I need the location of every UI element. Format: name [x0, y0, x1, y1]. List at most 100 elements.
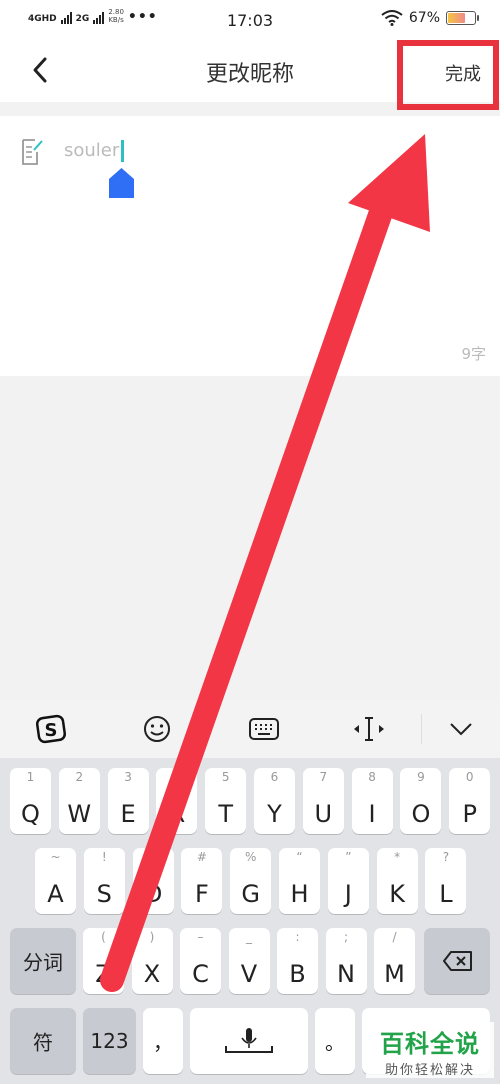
number-key-label: 123: [90, 1029, 129, 1053]
key-i[interactable]: 8I: [351, 768, 393, 834]
segment-key[interactable]: 分词: [10, 928, 76, 994]
key-secondary-label: #: [196, 850, 207, 864]
key-secondary-label: /: [392, 930, 397, 944]
key-secondary-label: 6: [270, 770, 279, 784]
battery-icon: [446, 11, 479, 25]
key-t[interactable]: 5T: [205, 768, 247, 834]
key-primary-label: L: [439, 880, 453, 908]
key-primary-label: X: [143, 960, 161, 988]
comma-key-label: ，: [153, 1030, 173, 1055]
key-r[interactable]: 4R: [156, 768, 198, 834]
microphone-icon: [225, 1028, 273, 1053]
key-secondary-label: 4: [173, 770, 181, 784]
svg-text:S: S: [45, 720, 58, 741]
key-secondary-label: 9: [417, 770, 425, 784]
key-secondary-label: 8: [368, 770, 376, 784]
nickname-editor: souler 9字: [0, 116, 500, 376]
chevron-down-icon[interactable]: [443, 712, 479, 746]
key-secondary-label: 1: [26, 770, 35, 784]
key-primary-label: F: [194, 880, 209, 908]
backspace-key[interactable]: [424, 928, 490, 994]
period-key[interactable]: 。: [315, 1008, 355, 1074]
cursor-handle-icon[interactable]: [109, 168, 134, 198]
symbol-key[interactable]: 符: [10, 1008, 76, 1074]
edit-document-icon: [22, 139, 43, 165]
emoji-icon[interactable]: [139, 712, 175, 746]
status-bar: 4GHD 2G 2.80 KB/s ••• 17:03 67%: [0, 0, 500, 40]
space-key[interactable]: [190, 1008, 308, 1074]
key-secondary-label: ?: [442, 850, 450, 864]
key-g[interactable]: % G: [230, 848, 272, 914]
key-d[interactable]: @ D: [132, 848, 174, 914]
key-primary-label: R: [168, 800, 186, 828]
toolbar-separator: [421, 714, 422, 744]
key-j[interactable]: ” J: [327, 848, 369, 914]
number-key[interactable]: 123: [83, 1008, 136, 1074]
segment-key-label: 分词: [23, 950, 63, 975]
watermark-logo: 百科全说 助你轻松解决: [366, 1022, 494, 1078]
key-z[interactable]: (Z: [83, 928, 124, 994]
key-primary-label: E: [120, 800, 136, 828]
key-primary-label: W: [67, 800, 92, 828]
key-h[interactable]: “H: [279, 848, 320, 914]
cursor-move-icon[interactable]: [351, 712, 387, 746]
key-primary-label: N: [337, 960, 355, 988]
key-w[interactable]: 2W: [58, 768, 100, 834]
key-primary-label: M: [384, 960, 405, 988]
key-primary-label: C: [192, 960, 209, 988]
key-primary-label: H: [290, 880, 309, 908]
key-a[interactable]: ~ A: [35, 848, 76, 914]
key-primary-label: Y: [267, 800, 282, 828]
key-y[interactable]: 6Y: [254, 768, 295, 834]
battery-fill: [448, 13, 466, 23]
sogou-logo-icon[interactable]: S: [33, 712, 69, 746]
key-k[interactable]: * K: [376, 848, 418, 914]
key-m[interactable]: / M: [374, 928, 415, 994]
key-v[interactable]: _ V: [228, 928, 270, 994]
key-secondary-label: 0: [465, 770, 474, 784]
key-b[interactable]: :B: [277, 928, 318, 994]
key-secondary-label: ”: [345, 850, 352, 864]
symbol-key-label: 符: [33, 1030, 53, 1055]
key-q[interactable]: 1Q: [10, 768, 51, 834]
key-primary-label: G: [241, 880, 260, 908]
key-c[interactable]: – C: [180, 928, 221, 994]
nav-bar: 更改昵称 完成: [0, 40, 500, 102]
key-primary-label: T: [218, 800, 234, 828]
key-primary-label: D: [143, 880, 163, 908]
key-s[interactable]: ! S: [83, 848, 125, 914]
key-secondary-label: :: [295, 930, 300, 944]
nickname-input[interactable]: souler: [64, 140, 119, 161]
key-secondary-label: 5: [221, 770, 230, 784]
key-l[interactable]: ? L: [425, 848, 467, 914]
key-e[interactable]: 3E: [107, 768, 149, 834]
key-secondary-label: ): [149, 930, 155, 944]
key-primary-label: B: [289, 960, 306, 988]
key-secondary-label: !: [101, 850, 107, 864]
key-secondary-label: “: [296, 850, 303, 864]
key-primary-label: O: [411, 800, 431, 828]
watermark-subtitle: 助你轻松解决: [384, 1063, 475, 1078]
done-button[interactable]: 完成: [445, 60, 481, 86]
key-f[interactable]: # F: [181, 848, 223, 914]
char-count: 9字: [461, 345, 486, 363]
key-secondary-label: *: [394, 850, 401, 864]
wifi-icon: [381, 10, 403, 26]
keyboard-icon[interactable]: [246, 712, 282, 746]
key-secondary-label: 7: [319, 770, 328, 784]
key-primary-label: A: [47, 880, 64, 908]
key-secondary-label: %: [244, 850, 257, 864]
page-title: 更改昵称: [205, 62, 294, 87]
key-n[interactable]: ; N: [325, 928, 367, 994]
battery-percent: 67%: [408, 10, 440, 26]
comma-key[interactable]: ，: [143, 1008, 183, 1074]
key-primary-label: V: [240, 960, 258, 988]
backspace-icon: [443, 951, 472, 971]
watermark-title: 百科全说: [380, 1030, 480, 1058]
key-secondary-label: 3: [124, 770, 132, 784]
key-p[interactable]: 0P: [449, 768, 491, 834]
key-x[interactable]: ) X: [131, 928, 173, 994]
key-u[interactable]: 7U: [302, 768, 344, 834]
key-o[interactable]: 9O: [400, 768, 442, 834]
key-primary-label: S: [96, 880, 112, 908]
